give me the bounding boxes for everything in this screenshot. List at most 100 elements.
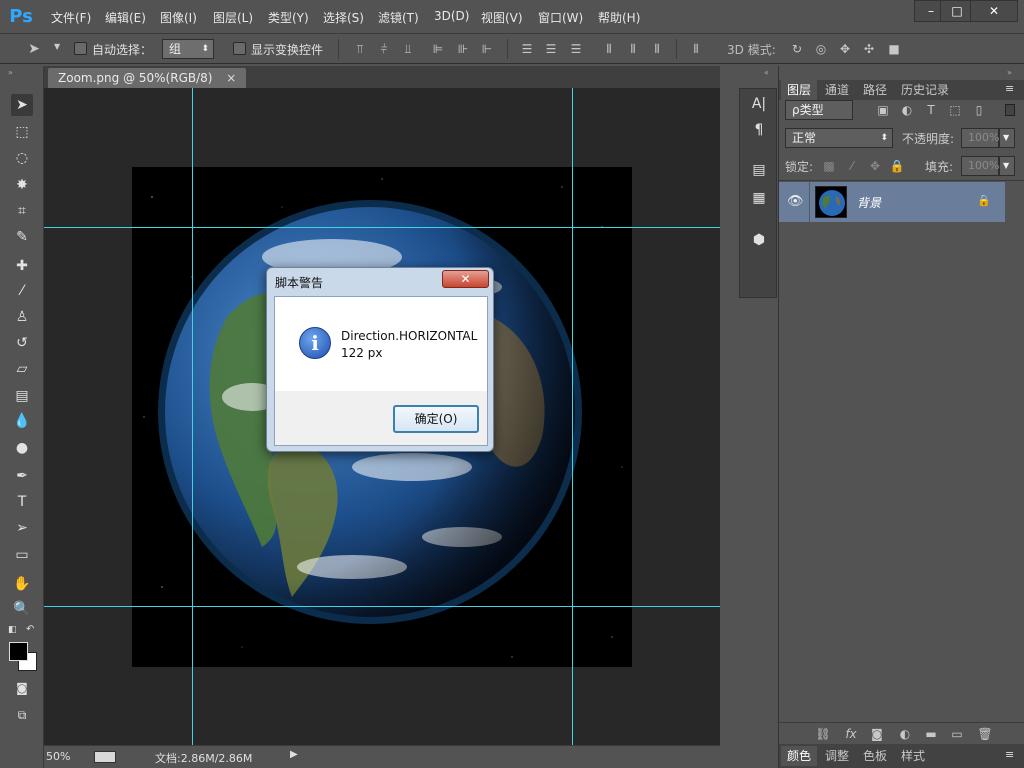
distribute-bottom-icon[interactable]: ☰ xyxy=(568,41,584,57)
pen-tool-icon[interactable]: ✒ xyxy=(11,465,33,487)
fill-input[interactable]: 100% xyxy=(961,156,999,176)
menu-edit[interactable]: 编辑(E) xyxy=(105,9,146,27)
history-brush-tool-icon[interactable]: ↺ xyxy=(11,332,33,354)
filter-kind-dropdown[interactable]: ρ类型 xyxy=(785,100,853,120)
dodge-tool-icon[interactable]: ● xyxy=(11,437,33,459)
tab-color[interactable]: 颜色 xyxy=(781,746,818,766)
tab-layers[interactable]: 图层 xyxy=(781,80,818,100)
eye-icon[interactable]: 👁 xyxy=(787,194,804,209)
3d-camera-icon[interactable]: ■ xyxy=(886,41,902,57)
horizontal-guide[interactable] xyxy=(44,227,720,228)
lasso-tool-icon[interactable]: ◌ xyxy=(11,147,33,169)
close-window-button[interactable]: ✕ xyxy=(970,0,1018,22)
notes-panel-icon[interactable]: ▦ xyxy=(750,189,768,207)
filter-adjustment-icon[interactable]: ◐ xyxy=(899,102,915,118)
add-mask-icon[interactable]: ◙ xyxy=(869,726,885,742)
tab-paths[interactable]: 路径 xyxy=(857,80,893,100)
align-top-icon[interactable]: ⫪ xyxy=(352,41,368,57)
menu-select[interactable]: 选择(S) xyxy=(323,9,364,27)
properties-panel-icon[interactable]: ▤ xyxy=(750,161,768,179)
screen-mode-icon[interactable]: ⧉ xyxy=(11,704,33,726)
distribute-top-icon[interactable]: ☰ xyxy=(519,41,535,57)
clone-stamp-tool-icon[interactable]: ♙ xyxy=(11,306,33,328)
tab-swatches[interactable]: 色板 xyxy=(857,746,893,766)
blend-mode-dropdown[interactable]: 正常 ⬍ xyxy=(785,128,893,148)
lock-position-icon[interactable]: ✥ xyxy=(867,158,883,174)
zoom-level[interactable]: 50% xyxy=(46,750,70,763)
align-hcenter-icon[interactable]: ⊪ xyxy=(455,41,471,57)
filter-shape-icon[interactable]: ⬚ xyxy=(947,102,963,118)
menu-layer[interactable]: 图层(L) xyxy=(213,9,253,27)
tab-history[interactable]: 历史记录 xyxy=(895,80,955,100)
tab-close-icon[interactable]: × xyxy=(226,71,236,85)
menu-type[interactable]: 类型(Y) xyxy=(268,9,309,27)
eraser-tool-icon[interactable]: ▱ xyxy=(11,358,33,380)
filter-pixel-icon[interactable]: ▣ xyxy=(875,102,891,118)
eyedropper-tool-icon[interactable]: ✎ xyxy=(11,226,33,248)
show-transform-checkbox[interactable] xyxy=(233,42,246,55)
gradient-tool-icon[interactable]: ▤ xyxy=(11,385,33,407)
auto-select-dropdown[interactable]: 组 ⬍ xyxy=(162,39,214,59)
brush-tool-icon[interactable]: ⁄ xyxy=(11,280,33,302)
menu-file[interactable]: 文件(F) xyxy=(51,9,91,27)
adjustment-layer-icon[interactable]: ◐ xyxy=(897,726,913,742)
path-selection-tool-icon[interactable]: ➢ xyxy=(11,517,33,539)
document-tab[interactable]: Zoom.png @ 50%(RGB/8) × xyxy=(48,68,247,88)
vertical-guide[interactable] xyxy=(192,88,193,745)
3d-drag-icon[interactable]: ✥ xyxy=(837,41,853,57)
menu-filter[interactable]: 滤镜(T) xyxy=(378,9,419,27)
opacity-input[interactable]: 100% xyxy=(961,128,999,148)
quick-mask-icon[interactable]: ◙ xyxy=(11,677,33,699)
dialog-close-button[interactable]: ✕ xyxy=(442,270,489,288)
zoom-tool-icon[interactable]: 🔍 xyxy=(11,598,33,620)
character-panel-icon[interactable]: A| xyxy=(750,95,768,113)
filter-toggle[interactable] xyxy=(1005,104,1015,116)
link-layers-icon[interactable]: ⛓ xyxy=(815,726,831,742)
3d-rotate-icon[interactable]: ↻ xyxy=(789,41,805,57)
3d-panel-icon[interactable]: ⬢ xyxy=(750,231,768,249)
menu-3d[interactable]: 3D(D) xyxy=(434,9,469,27)
crop-tool-icon[interactable]: ⌗ xyxy=(11,200,33,222)
magic-wand-tool-icon[interactable]: ✸ xyxy=(11,174,33,196)
auto-select-checkbox[interactable] xyxy=(74,42,87,55)
layer-row[interactable]: 👁 背景 🔒 xyxy=(779,182,1005,222)
fx-icon[interactable]: fx xyxy=(843,726,859,742)
paragraph-panel-icon[interactable]: ¶ xyxy=(750,121,768,139)
align-bottom-icon[interactable]: ⫫ xyxy=(400,41,416,57)
distribute-vcenter-icon[interactable]: ☰ xyxy=(543,41,559,57)
default-colors-icon[interactable]: ◧ xyxy=(8,625,17,635)
panel-menu-icon[interactable]: ≡ xyxy=(1005,748,1014,761)
maximize-button[interactable]: □ xyxy=(940,0,974,22)
3d-roll-icon[interactable]: ◎ xyxy=(813,41,829,57)
filter-smart-object-icon[interactable]: ▯ xyxy=(971,102,987,118)
healing-brush-tool-icon[interactable]: ✚ xyxy=(11,255,33,277)
filter-type-icon[interactable]: T xyxy=(923,102,939,118)
rectangle-tool-icon[interactable]: ▭ xyxy=(11,544,33,566)
move-tool-icon[interactable]: ➤ xyxy=(11,94,33,116)
distribute-left-icon[interactable]: ⦀ xyxy=(601,41,617,57)
collapse-icon[interactable]: » xyxy=(8,68,13,77)
menu-view[interactable]: 视图(V) xyxy=(481,9,523,27)
foreground-color-swatch[interactable] xyxy=(9,642,28,661)
tab-styles[interactable]: 样式 xyxy=(895,746,931,766)
trash-icon[interactable]: 🗑 xyxy=(977,726,993,742)
tab-adjustments[interactable]: 调整 xyxy=(819,746,855,766)
marquee-tool-icon[interactable]: ⬚ xyxy=(11,121,33,143)
type-tool-icon[interactable]: T xyxy=(11,491,33,513)
auto-align-icon[interactable]: ⫴ xyxy=(688,41,704,57)
lock-transparent-icon[interactable]: ▩ xyxy=(821,158,837,174)
lock-all-icon[interactable]: 🔒 xyxy=(889,158,905,174)
layer-thumbnail[interactable] xyxy=(815,186,847,218)
status-menu-arrow-icon[interactable]: ▶ xyxy=(290,749,298,760)
new-layer-icon[interactable]: ▭ xyxy=(949,726,965,742)
collapse-icon[interactable]: » xyxy=(1007,68,1012,77)
chevron-down-icon[interactable]: ▼ xyxy=(54,42,60,51)
blur-tool-icon[interactable]: 💧 xyxy=(11,410,33,432)
chevron-down-icon[interactable]: ▼ xyxy=(999,156,1015,176)
chevron-down-icon[interactable]: ▼ xyxy=(999,128,1015,148)
layer-name[interactable]: 背景 xyxy=(857,194,881,211)
menu-image[interactable]: 图像(I) xyxy=(160,9,197,27)
lock-pixels-icon[interactable]: ⁄ xyxy=(844,158,860,174)
new-group-icon[interactable]: ▬ xyxy=(923,726,939,742)
panel-menu-icon[interactable]: ≡ xyxy=(1005,82,1014,95)
